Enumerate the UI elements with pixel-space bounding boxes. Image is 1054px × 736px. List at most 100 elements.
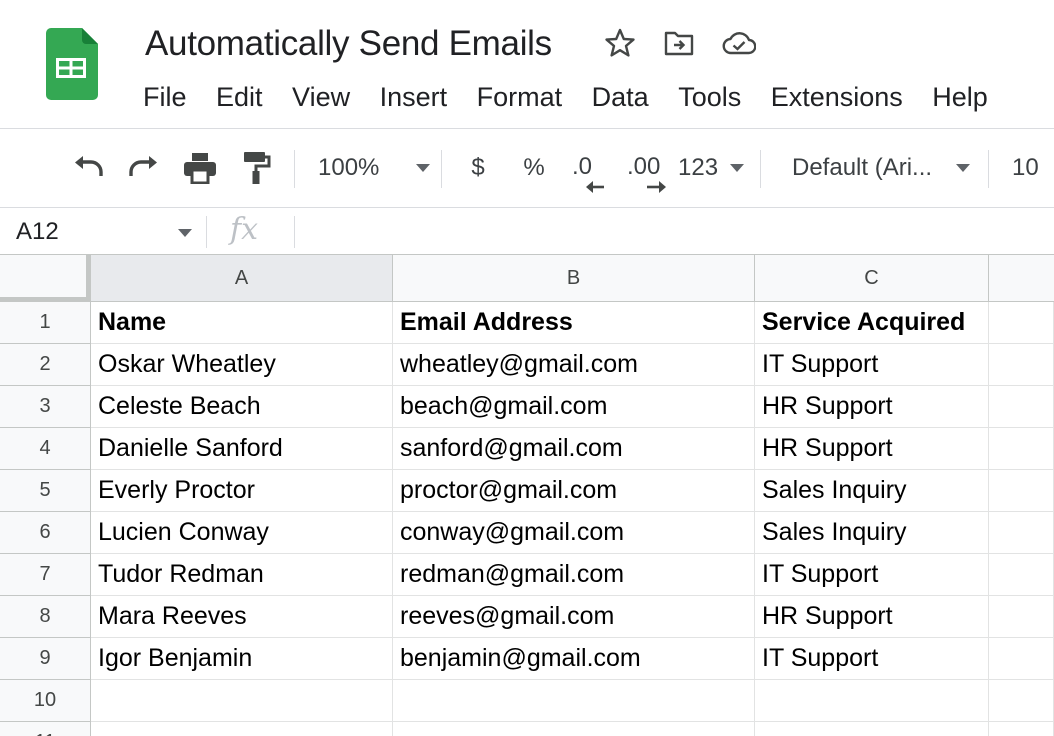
chevron-down-icon[interactable] [178, 229, 192, 237]
row-header-4[interactable]: 4 [0, 428, 91, 470]
cell-c1[interactable]: Service Acquired [755, 302, 989, 344]
menu-file[interactable]: File [143, 80, 187, 114]
cell-d3[interactable] [989, 386, 1054, 428]
cell-c2[interactable]: IT Support [755, 344, 989, 386]
row-header-8[interactable]: 8 [0, 596, 91, 638]
format-currency-button[interactable]: $ [458, 136, 498, 200]
redo-icon[interactable] [122, 136, 166, 200]
formula-input[interactable] [306, 216, 1046, 248]
print-icon[interactable] [178, 136, 222, 200]
cell-c6[interactable]: Sales Inquiry [755, 512, 989, 554]
menu-tools[interactable]: Tools [678, 80, 741, 114]
cell-a2[interactable]: Oskar Wheatley [91, 344, 393, 386]
document-title[interactable]: Automatically Send Emails [145, 24, 552, 64]
column-header-d[interactable] [989, 255, 1054, 302]
cell-c4[interactable]: HR Support [755, 428, 989, 470]
chevron-down-icon [730, 164, 744, 172]
row-header-10[interactable]: 10 [0, 680, 91, 722]
column-header-b[interactable]: B [393, 255, 755, 302]
menu-view[interactable]: View [292, 80, 350, 114]
toolbar-separator [988, 150, 989, 188]
spreadsheet-grid: A B C 1 Name Email Address Service Acquired… [0, 255, 1054, 736]
cell-d10[interactable] [989, 680, 1054, 722]
cell-b10[interactable] [393, 680, 755, 722]
toolbar-separator [441, 150, 442, 188]
cell-d11[interactable] [989, 722, 1054, 736]
cell-b3[interactable]: beach@gmail.com [393, 386, 755, 428]
decrease-decimal-button[interactable]: .0 [566, 136, 610, 200]
cloud-saved-icon[interactable] [722, 28, 756, 58]
cell-a7[interactable]: Tudor Redman [91, 554, 393, 596]
row-header-3[interactable]: 3 [0, 386, 91, 428]
cell-c11[interactable] [755, 722, 989, 736]
cell-d6[interactable] [989, 512, 1054, 554]
cell-c3[interactable]: HR Support [755, 386, 989, 428]
cell-d2[interactable] [989, 344, 1054, 386]
cell-c10[interactable] [755, 680, 989, 722]
sheets-logo-icon[interactable] [46, 28, 98, 100]
font-family-select[interactable]: Default (Ari... [792, 136, 970, 200]
menu-insert[interactable]: Insert [380, 80, 448, 114]
currency-label: $ [471, 154, 485, 181]
menu-help[interactable]: Help [932, 80, 988, 114]
column-header-c[interactable]: C [755, 255, 989, 302]
cell-d4[interactable] [989, 428, 1054, 470]
cell-c5[interactable]: Sales Inquiry [755, 470, 989, 512]
menu-format[interactable]: Format [477, 80, 563, 114]
arrow-left-icon [586, 181, 604, 193]
zoom-select[interactable]: 100% [318, 136, 430, 200]
cell-b1[interactable]: Email Address [393, 302, 755, 344]
cell-a5[interactable]: Everly Proctor [91, 470, 393, 512]
cell-a1[interactable]: Name [91, 302, 393, 344]
cell-a8[interactable]: Mara Reeves [91, 596, 393, 638]
name-box[interactable]: A12 [16, 218, 59, 246]
cell-b5[interactable]: proctor@gmail.com [393, 470, 755, 512]
font-size-input[interactable]: 10 [1012, 136, 1052, 200]
cell-d8[interactable] [989, 596, 1054, 638]
cell-c8[interactable]: HR Support [755, 596, 989, 638]
cell-a10[interactable] [91, 680, 393, 722]
cell-b9[interactable]: benjamin@gmail.com [393, 638, 755, 680]
row-header-1[interactable]: 1 [0, 302, 91, 344]
row-header-5[interactable]: 5 [0, 470, 91, 512]
more-formats-button[interactable]: 123 [678, 136, 744, 200]
move-to-folder-icon[interactable] [662, 28, 696, 58]
cell-a9[interactable]: Igor Benjamin [91, 638, 393, 680]
select-all-corner[interactable] [0, 255, 91, 302]
cell-b8[interactable]: reeves@gmail.com [393, 596, 755, 638]
formula-bar-separator [294, 216, 295, 248]
row-header-9[interactable]: 9 [0, 638, 91, 680]
cell-d5[interactable] [989, 470, 1054, 512]
cell-b6[interactable]: conway@gmail.com [393, 512, 755, 554]
menu-edit[interactable]: Edit [216, 80, 263, 114]
cell-c7[interactable]: IT Support [755, 554, 989, 596]
cell-b7[interactable]: redman@gmail.com [393, 554, 755, 596]
cell-d1[interactable] [989, 302, 1054, 344]
row-header-2[interactable]: 2 [0, 344, 91, 386]
cell-c9[interactable]: IT Support [755, 638, 989, 680]
cell-a6[interactable]: Lucien Conway [91, 512, 393, 554]
decrease-decimal-label: .0 [572, 153, 593, 180]
menu-extensions[interactable]: Extensions [771, 80, 903, 114]
star-icon[interactable] [603, 28, 637, 58]
cell-d7[interactable] [989, 554, 1054, 596]
menu-data[interactable]: Data [592, 80, 649, 114]
paint-format-icon[interactable] [236, 136, 278, 200]
cell-b4[interactable]: sanford@gmail.com [393, 428, 755, 470]
row-header-11[interactable]: 11 [0, 722, 91, 736]
undo-icon[interactable] [66, 136, 110, 200]
cell-a4[interactable]: Danielle Sanford [91, 428, 393, 470]
function-icon: fx [230, 212, 259, 247]
format-percent-button[interactable]: % [514, 136, 554, 200]
zoom-value: 100% [318, 154, 380, 181]
cell-b2[interactable]: wheatley@gmail.com [393, 344, 755, 386]
cell-a11[interactable] [91, 722, 393, 736]
cell-a3[interactable]: Celeste Beach [91, 386, 393, 428]
column-header-a[interactable]: A [91, 255, 393, 302]
row-header-7[interactable]: 7 [0, 554, 91, 596]
row-header-6[interactable]: 6 [0, 512, 91, 554]
cell-d9[interactable] [989, 638, 1054, 680]
cell-b11[interactable] [393, 722, 755, 736]
increase-decimal-button[interactable]: .00 [620, 136, 672, 200]
percent-label: % [523, 154, 545, 181]
